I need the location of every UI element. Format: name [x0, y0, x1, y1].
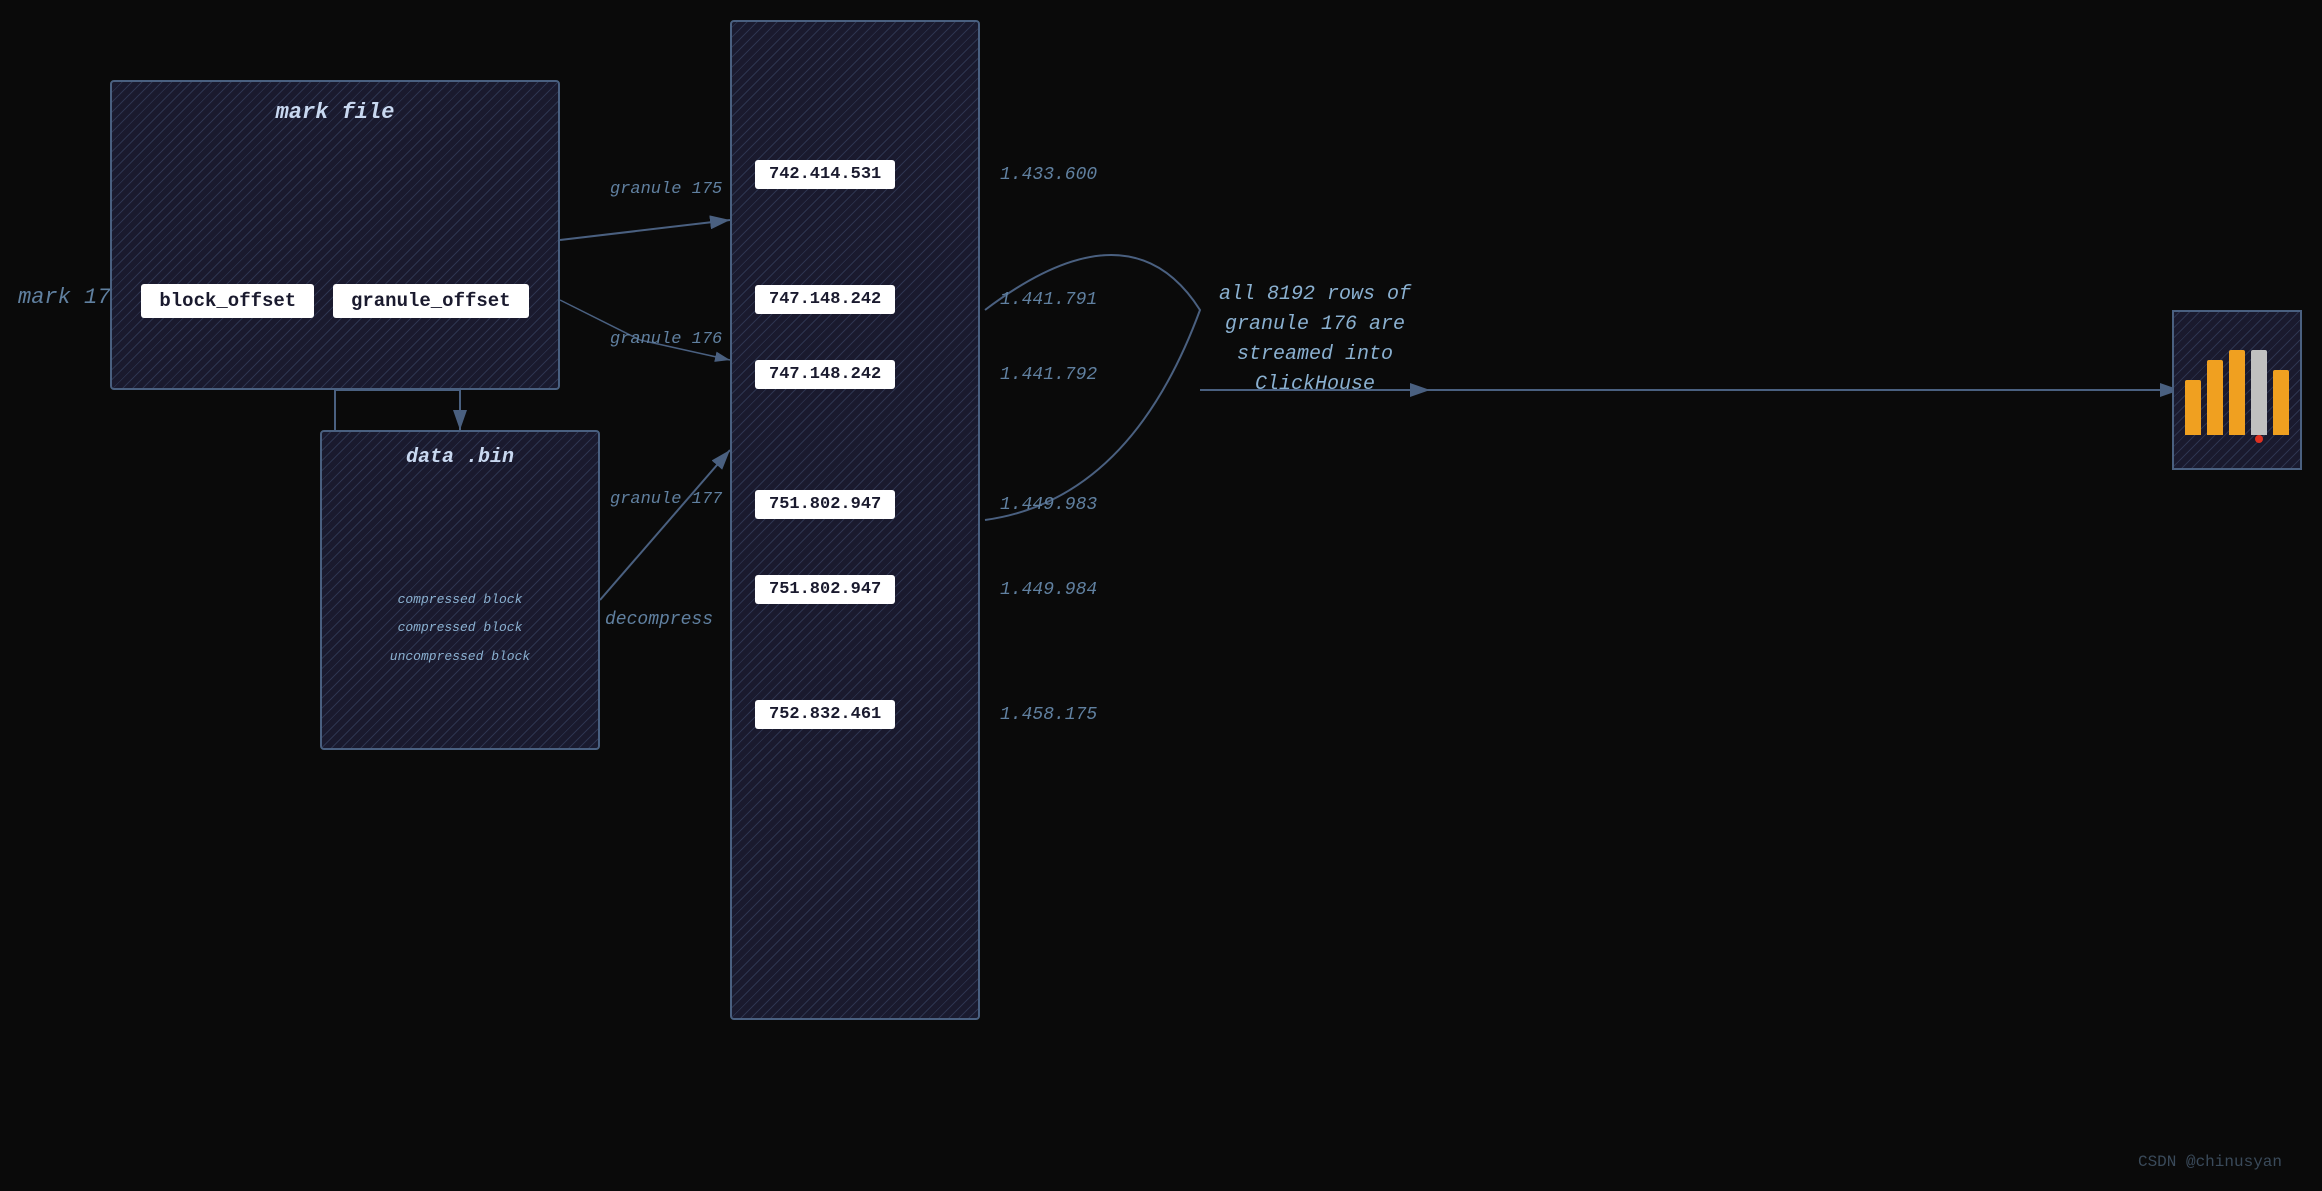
mark-176-label: mark 176 — [18, 285, 124, 310]
row-number-6: 1.458.175 — [1000, 705, 1097, 725]
compression-box: data .bin compressed block compressed bl… — [320, 430, 600, 750]
annotation-text: all 8192 rows of granule 176 are streame… — [1219, 283, 1411, 396]
ch-bar-5 — [2273, 370, 2289, 435]
granule-offset-label: granule_offset — [333, 284, 529, 318]
row-number-4: 1.449.983 — [1000, 495, 1097, 515]
data-value-5: 751.802.947 — [755, 575, 895, 604]
rows-annotation: all 8192 rows of granule 176 are streame… — [1195, 280, 1435, 400]
clickhouse-icon-box — [2172, 310, 2302, 470]
comp-line2: compressed block — [332, 618, 588, 639]
compression-box-label: data .bin — [406, 446, 514, 469]
comp-line3: uncompressed block — [332, 647, 588, 668]
watermark: CSDN @chinusyan — [2138, 1153, 2282, 1171]
data-value-3: 747.148.242 — [755, 360, 895, 389]
compression-inner-text: compressed block compressed block uncomp… — [332, 590, 588, 668]
ch-bar-4 — [2251, 350, 2267, 435]
row-number-2: 1.441.791 — [1000, 290, 1097, 310]
data-value-2: 747.148.242 — [755, 285, 895, 314]
block-offset-label: block_offset — [141, 284, 314, 318]
clickhouse-bars — [2185, 345, 2289, 435]
row-number-1: 1.433.600 — [1000, 165, 1097, 185]
mark-file-label: mark file — [276, 100, 395, 125]
ch-bar-2 — [2207, 360, 2223, 435]
decompress-label: decompress — [605, 610, 713, 630]
ch-bar-1 — [2185, 380, 2201, 435]
data-value-6: 752.832.461 — [755, 700, 895, 729]
data-value-4: 751.802.947 — [755, 490, 895, 519]
data-value-1: 742.414.531 — [755, 160, 895, 189]
granule-176-label: granule 176 — [610, 330, 722, 349]
row-number-3: 1.441.792 — [1000, 365, 1097, 385]
granule-177-label: granule 177 — [610, 490, 722, 509]
granule-175-label: granule 175 — [610, 180, 722, 199]
mark-file-box: mark file block_offset granule_offset — [110, 80, 560, 390]
comp-line1: compressed block — [332, 590, 588, 611]
ch-bar-3 — [2229, 350, 2245, 435]
row-number-5: 1.449.984 — [1000, 580, 1097, 600]
